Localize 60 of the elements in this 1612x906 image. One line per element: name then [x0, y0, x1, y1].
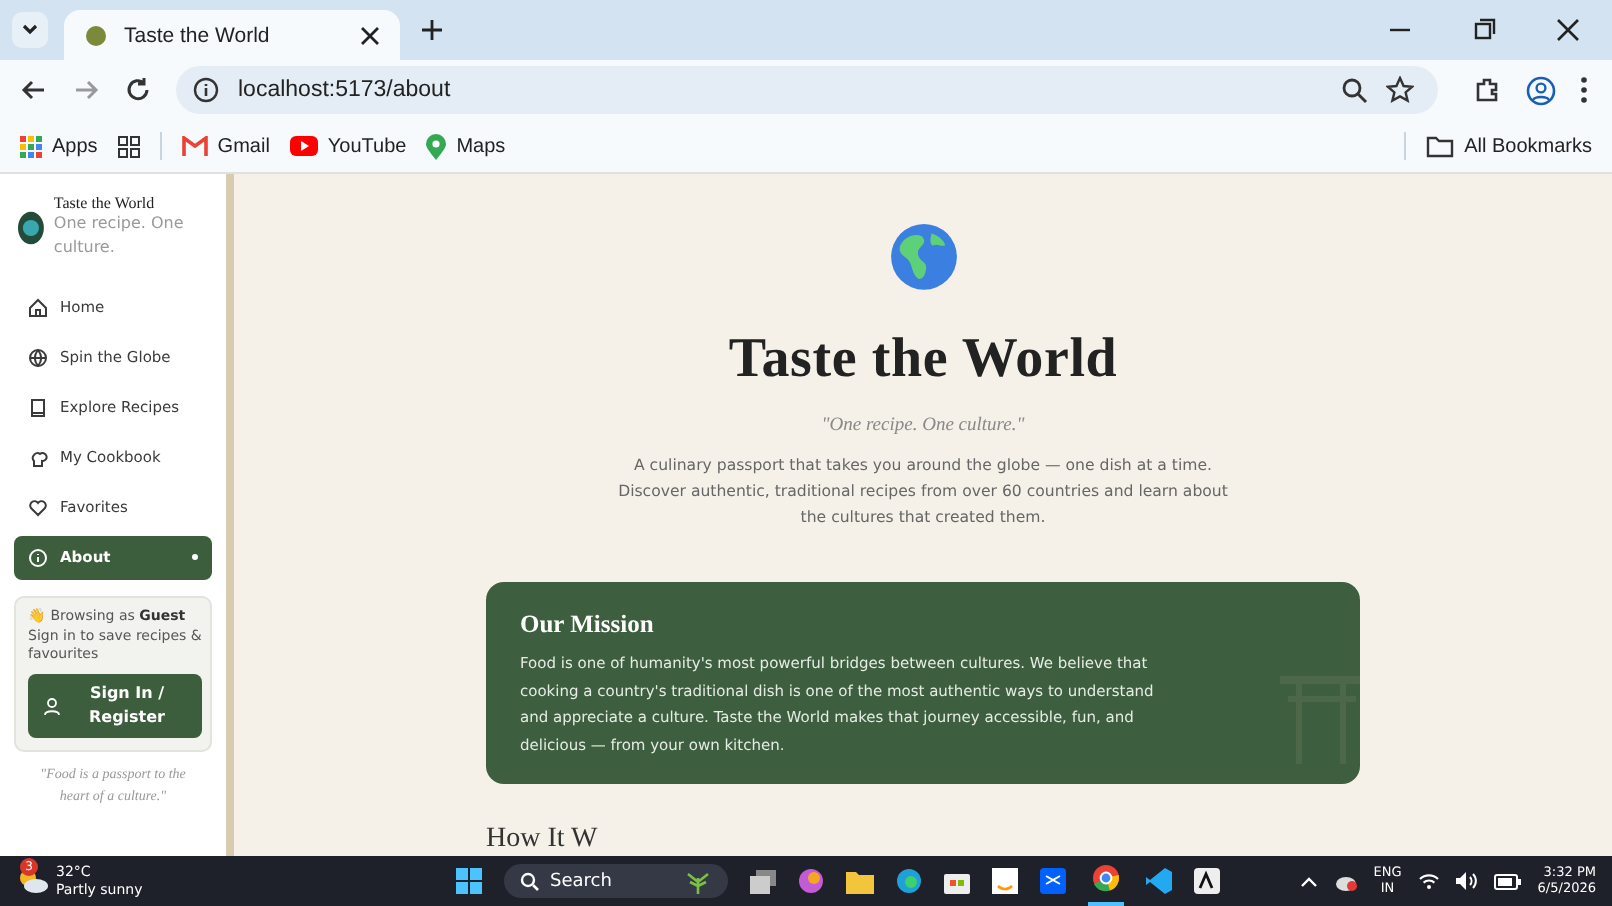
close-icon[interactable] — [360, 25, 380, 45]
chef-hat-icon — [28, 447, 48, 468]
wifi-icon[interactable] — [1417, 872, 1440, 890]
volume-icon[interactable] — [1455, 872, 1478, 890]
bookmark-link[interactable]: YouTube — [289, 135, 407, 157]
brand-name: Taste the World — [53, 194, 157, 212]
copilot-icon[interactable] — [798, 868, 824, 894]
close-icon[interactable] — [1556, 18, 1580, 42]
extensions-icon[interactable] — [1474, 76, 1502, 104]
reload-icon[interactable] — [124, 76, 152, 104]
menu-icon[interactable] — [1580, 76, 1588, 104]
chevron-up-icon[interactable] — [1299, 875, 1318, 887]
globe-logo-icon — [18, 207, 44, 248]
map-pin-icon — [426, 133, 447, 159]
new-tab-icon[interactable] — [420, 18, 444, 42]
tab-list-button[interactable] — [12, 12, 48, 48]
taskbar-search[interactable]: Search — [504, 864, 728, 898]
active-dot — [192, 554, 198, 561]
back-icon[interactable] — [20, 76, 48, 104]
bookmark-link[interactable]: Maps — [426, 133, 506, 159]
address-bar[interactable]: localhost:5173/about — [176, 66, 1438, 114]
store-icon[interactable] — [944, 868, 970, 894]
search-icon — [520, 871, 540, 891]
chrome-icon — [1092, 863, 1120, 891]
battery-icon[interactable] — [1493, 873, 1522, 889]
home-icon — [28, 297, 48, 318]
profile-icon[interactable] — [1526, 75, 1556, 105]
mission-title: Our Mission — [520, 610, 656, 641]
apps-icon — [20, 135, 42, 157]
restore-icon[interactable] — [1472, 18, 1496, 42]
chevron-down-icon — [20, 20, 40, 40]
motto: "One recipe. One culture." — [821, 415, 1025, 436]
sign-in-button[interactable]: Sign In / Register — [28, 674, 202, 739]
task-view-icon[interactable] — [750, 869, 776, 893]
zoom-icon[interactable] — [1340, 76, 1368, 104]
code-editor-icon[interactable] — [1146, 868, 1172, 894]
grid-icon[interactable] — [117, 135, 140, 157]
brand-tagline: One recipe. One culture. — [53, 212, 186, 261]
bookmark-link[interactable]: Apps — [20, 135, 98, 157]
forward-icon[interactable] — [72, 76, 100, 104]
plant-icon — [684, 869, 712, 893]
earth-icon — [887, 222, 959, 292]
mail-icon — [181, 136, 208, 156]
info-icon — [192, 76, 220, 104]
info-icon — [28, 547, 48, 568]
bookmark-link[interactable]: Gmail — [181, 135, 270, 157]
folder-icon[interactable] — [846, 869, 874, 893]
heart-icon — [28, 497, 48, 518]
star-icon[interactable] — [1386, 76, 1414, 104]
windows-start-icon[interactable] — [456, 868, 482, 894]
section-heading: How It W — [486, 824, 598, 856]
all-bookmarks-link[interactable]: All Bookmarks — [1426, 135, 1592, 157]
browser-icon[interactable] — [896, 868, 922, 894]
browser-tab[interactable]: Taste the World — [64, 10, 400, 60]
play-icon — [289, 136, 318, 156]
folder-icon — [1426, 135, 1455, 157]
book-icon — [28, 397, 48, 418]
page-title: Taste the World — [728, 327, 1118, 392]
app-icon[interactable] — [1194, 868, 1220, 894]
user-icon — [44, 697, 60, 716]
